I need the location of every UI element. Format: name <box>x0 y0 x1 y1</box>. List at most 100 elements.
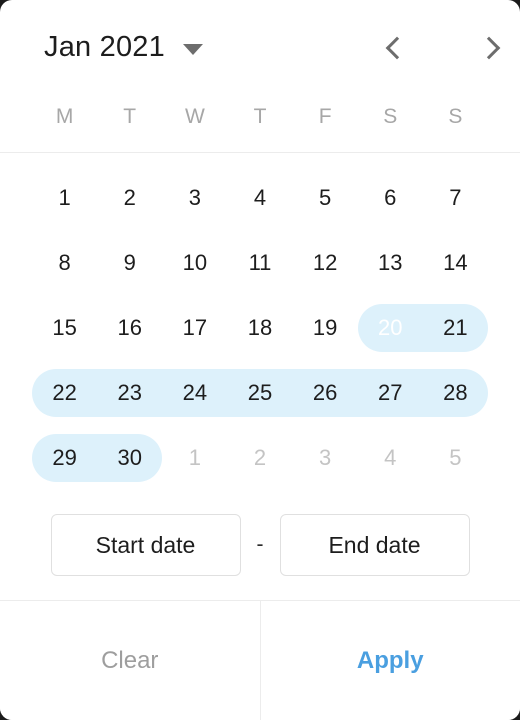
weekday-label: S <box>383 104 398 128</box>
day-number: 1 <box>58 184 71 210</box>
day-cell[interactable]: 2 <box>97 165 162 230</box>
day-cell-outside-month: 5 <box>423 425 488 490</box>
day-cell[interactable]: 29 <box>32 425 97 490</box>
day-number: 8 <box>58 249 71 275</box>
weekday-label: M <box>55 104 74 128</box>
month-year-label: Jan 2021 <box>44 31 165 63</box>
day-cell[interactable]: 5 <box>293 165 358 230</box>
end-date-field[interactable]: End date <box>279 514 470 576</box>
day-number: 9 <box>123 249 136 275</box>
day-cell[interactable]: 4 <box>227 165 292 230</box>
day-cell[interactable]: 19 <box>293 295 358 360</box>
day-cell[interactable]: 3 <box>162 165 227 230</box>
day-cell[interactable]: 6 <box>358 165 423 230</box>
day-cell[interactable]: 27 <box>358 360 423 425</box>
day-cell[interactable]: 11 <box>227 230 292 295</box>
day-number: 23 <box>117 379 142 405</box>
day-cell[interactable]: 22 <box>32 360 97 425</box>
day-number: 10 <box>182 249 208 275</box>
day-number: 1 <box>188 444 201 470</box>
previous-month-button[interactable] <box>365 19 423 77</box>
day-cell[interactable]: 17 <box>162 295 227 360</box>
week-row: 22 23 24 25 26 27 28 <box>32 360 488 425</box>
weekday-label: S <box>448 104 463 128</box>
day-cell[interactable]: 12 <box>293 230 358 295</box>
weekday-header-row: MTWTFSS <box>0 95 520 153</box>
day-cell[interactable]: 30 <box>97 425 162 490</box>
month-year-dropdown[interactable]: Jan 2021 <box>44 0 203 95</box>
chevron-right-icon <box>477 36 500 59</box>
day-cell-selected[interactable]: 20 <box>358 295 423 360</box>
day-number: 26 <box>312 379 338 405</box>
day-cell-outside-month: 1 <box>162 425 227 490</box>
clear-button[interactable]: Clear <box>0 601 260 720</box>
date-range-picker: Jan 2021 MTWTFSS 1 2 3 4 5 6 7 8 9 10 11 12 13 14 15 16… <box>0 0 520 720</box>
day-grid: 1 2 3 4 5 6 7 8 9 10 11 12 13 14 15 16 17 18 19 20 21 22 23 24 2… <box>0 153 520 490</box>
day-cell[interactable]: 16 <box>97 295 162 360</box>
day-cell[interactable]: 24 <box>162 360 227 425</box>
day-number: 22 <box>52 379 77 405</box>
day-number: 4 <box>384 444 397 470</box>
day-cell[interactable]: 18 <box>227 295 292 360</box>
weekday-label: T <box>253 104 267 128</box>
day-cell[interactable]: 28 <box>423 360 488 425</box>
week-row: 29 30 1 2 3 4 5 <box>32 425 488 490</box>
day-number: 12 <box>312 249 338 275</box>
apply-button[interactable]: Apply <box>260 601 520 720</box>
weekday-label: T <box>123 104 137 128</box>
day-number: 20 <box>378 314 403 340</box>
day-number: 2 <box>123 184 136 210</box>
picker-footer: Clear Apply <box>0 600 520 720</box>
week-row: 8 9 10 11 12 13 14 <box>32 230 488 295</box>
day-number: 24 <box>182 379 208 405</box>
day-number: 11 <box>248 249 272 275</box>
week-row: 15 16 17 18 19 20 21 <box>32 295 488 360</box>
day-number: 16 <box>117 314 142 340</box>
chevron-down-icon <box>182 43 203 55</box>
day-number: 17 <box>182 314 208 340</box>
day-number: 6 <box>384 184 397 210</box>
day-number: 19 <box>312 314 338 340</box>
day-number: 14 <box>443 249 468 275</box>
day-cell[interactable]: 8 <box>32 230 97 295</box>
range-input-row: Start date - End date <box>0 490 520 600</box>
day-number: 28 <box>443 379 468 405</box>
day-number: 3 <box>319 444 332 470</box>
day-number: 29 <box>52 444 77 470</box>
day-cell[interactable]: 14 <box>423 230 488 295</box>
next-month-button[interactable] <box>462 19 520 77</box>
day-cell-outside-month: 2 <box>227 425 292 490</box>
day-number: 7 <box>449 184 462 210</box>
weekday-label: W <box>184 104 205 128</box>
day-cell[interactable]: 23 <box>97 360 162 425</box>
day-number: 21 <box>443 314 468 340</box>
day-cell[interactable]: 7 <box>423 165 488 230</box>
day-cell[interactable]: 26 <box>293 360 358 425</box>
calendar-header: Jan 2021 <box>0 0 520 95</box>
week-row: 1 2 3 4 5 6 7 <box>32 165 488 230</box>
day-number: 18 <box>247 314 273 340</box>
day-number: 2 <box>253 444 267 470</box>
day-cell[interactable]: 13 <box>358 230 423 295</box>
day-cell[interactable]: 1 <box>32 165 97 230</box>
day-number: 5 <box>319 184 332 210</box>
day-cell[interactable]: 21 <box>423 295 488 360</box>
day-cell-outside-month: 3 <box>293 425 358 490</box>
weekday-label: F <box>318 104 332 128</box>
month-navigation <box>365 0 520 95</box>
chevron-left-icon <box>385 36 408 59</box>
day-cell[interactable]: 25 <box>227 360 292 425</box>
day-cell[interactable]: 10 <box>162 230 227 295</box>
day-number: 13 <box>378 249 403 275</box>
day-number: 4 <box>253 184 267 210</box>
day-number: 15 <box>52 314 77 340</box>
day-number: 27 <box>378 379 403 405</box>
range-separator: - <box>256 533 264 556</box>
day-cell[interactable]: 15 <box>32 295 97 360</box>
day-number: 5 <box>449 444 462 470</box>
start-date-field[interactable]: Start date <box>50 514 241 576</box>
day-cell-outside-month: 4 <box>358 425 423 490</box>
day-number: 25 <box>247 379 273 405</box>
day-number: 3 <box>188 184 201 210</box>
day-cell[interactable]: 9 <box>97 230 162 295</box>
